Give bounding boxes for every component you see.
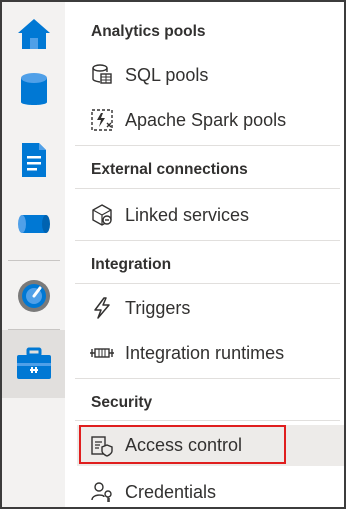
linked-services-icon — [89, 202, 115, 228]
menu-item-label: Integration runtimes — [125, 342, 285, 363]
toolbox-icon — [16, 347, 51, 379]
menu-item-label: Triggers — [125, 297, 191, 318]
rail-integrate-button[interactable] — [2, 192, 65, 256]
menu-item-label: SQL pools — [125, 64, 209, 85]
pipeline-icon — [17, 215, 50, 233]
lightning-icon — [89, 295, 115, 321]
section-divider — [75, 378, 340, 379]
menu-item-label: Linked services — [125, 204, 250, 225]
rail-footer — [2, 463, 65, 507]
menu-item-label: Access control — [125, 435, 243, 455]
menu-item-label: Credentials — [125, 481, 217, 502]
rail-monitor-button[interactable] — [2, 264, 65, 328]
section-divider — [75, 283, 340, 284]
section-divider — [75, 145, 340, 146]
menu-item-triggers[interactable]: Triggers — [77, 288, 344, 328]
section-title-analytics-pools: Analytics pools — [91, 23, 206, 40]
rail-home-button[interactable] — [2, 2, 65, 66]
document-icon — [21, 143, 46, 177]
rail-develop-button[interactable] — [2, 128, 65, 192]
spark-pool-icon — [89, 107, 115, 133]
menu-item-label: Apache Spark pools — [125, 109, 287, 130]
menu-item-credentials[interactable]: Credentials — [77, 472, 344, 507]
manage-hub-panel: Analytics pools SQL pools Apache Spark p… — [0, 0, 346, 509]
section-divider — [75, 420, 340, 421]
menu-item-integration-runtimes[interactable]: Integration runtimes — [77, 333, 344, 373]
section-title-security: Security — [91, 394, 153, 411]
sql-pool-icon — [89, 62, 115, 88]
menu-item-sql-pools[interactable]: SQL pools — [77, 55, 344, 95]
credentials-icon — [89, 479, 115, 505]
database-icon — [20, 73, 47, 105]
manage-hub-menu: Analytics pools SQL pools Apache Spark p… — [69, 2, 344, 507]
menu-item-access-control[interactable]: Access control — [77, 425, 344, 466]
rail-manage-button[interactable] — [2, 330, 65, 398]
integration-runtime-icon — [89, 340, 115, 366]
activity-rail — [2, 2, 65, 507]
section-divider — [75, 188, 340, 189]
rail-divider — [8, 260, 60, 261]
rail-data-button[interactable] — [2, 58, 65, 122]
menu-item-apache-spark-pools[interactable]: Apache Spark pools — [77, 100, 344, 140]
section-title-external-connections: External connections — [91, 161, 248, 178]
menu-item-linked-services[interactable]: Linked services — [77, 195, 344, 235]
section-title-integration: Integration — [91, 256, 172, 273]
home-icon — [17, 19, 50, 49]
gauge-icon — [17, 280, 50, 312]
section-divider — [75, 240, 340, 241]
access-control-icon — [89, 433, 115, 459]
